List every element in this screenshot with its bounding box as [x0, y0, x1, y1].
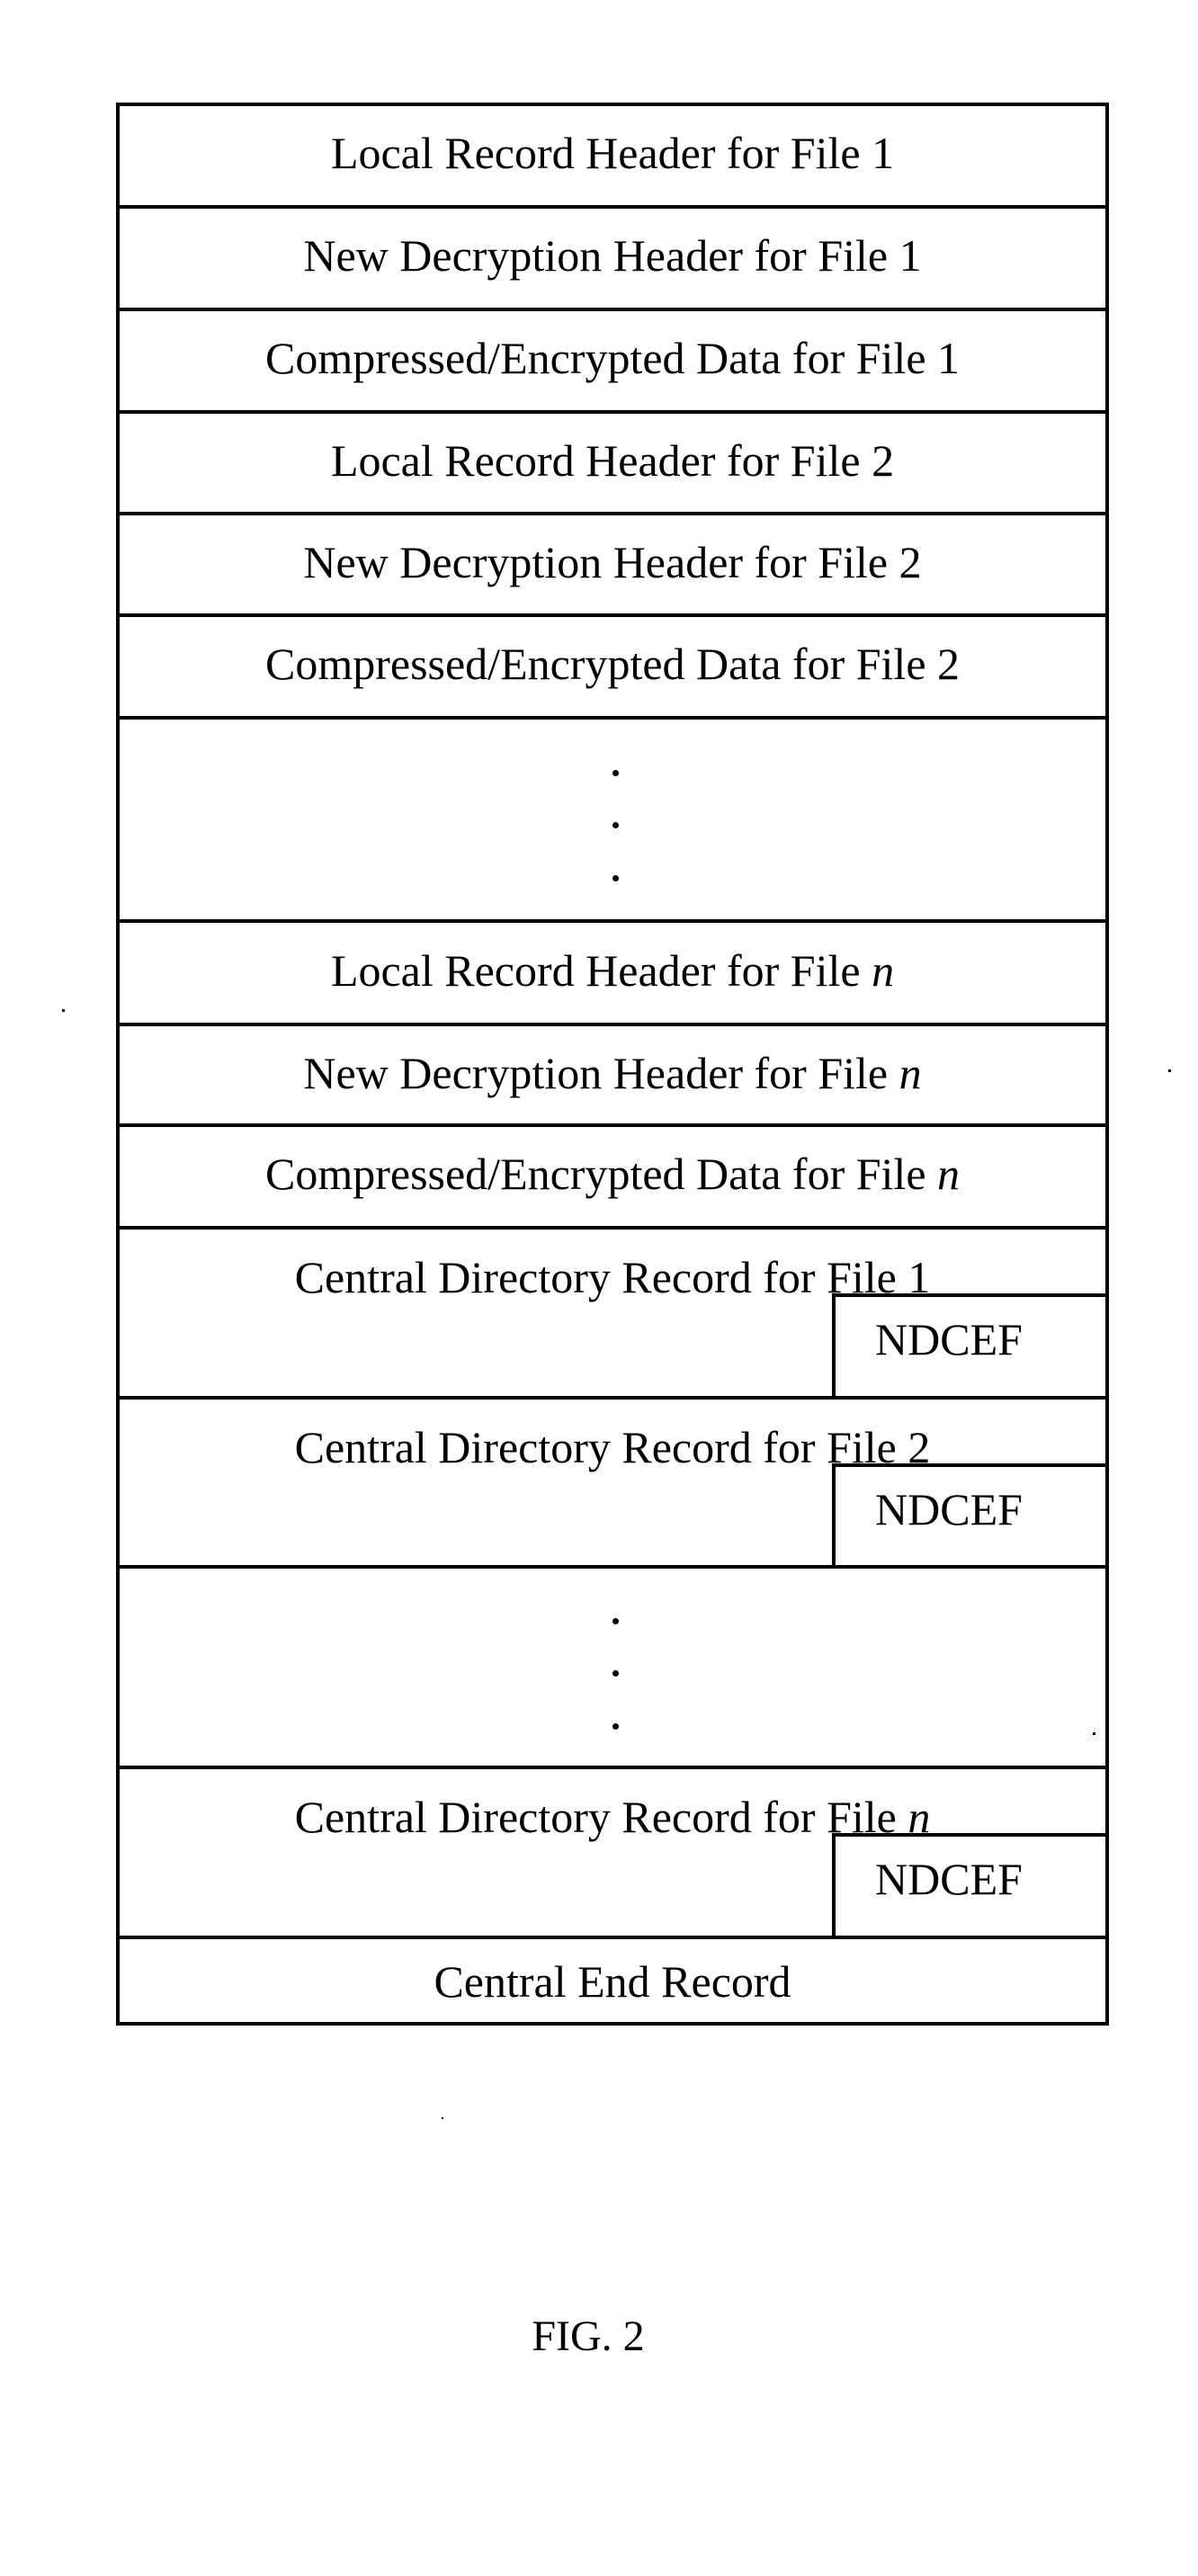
ellipsis-dot	[612, 1618, 619, 1624]
row-compressed-encrypted-data-file-1: Compressed/Encrypted Data for File 1	[120, 311, 1105, 414]
row-label-text: Local Record Header for File	[330, 128, 872, 178]
ellipsis-dot	[612, 770, 619, 776]
row-label-text: Central Directory Record for File	[294, 1792, 908, 1842]
row-label: Local Record Header for File 1	[120, 130, 1105, 175]
row-label-file-index: 2	[872, 435, 895, 486]
row-label-file-index: n	[937, 1149, 961, 1199]
archive-format-diagram: Local Record Header for File 1 New Decry…	[116, 103, 1109, 2026]
row-label: Compressed/Encrypted Data for File n	[120, 1151, 1105, 1196]
row-local-record-header-file-n: Local Record Header for File n	[120, 923, 1105, 1026]
row-label-file-index: 1	[872, 128, 895, 178]
row-ellipsis-local-records	[120, 720, 1105, 923]
row-label: Local Record Header for File 2	[120, 438, 1105, 483]
row-label-text: New Decryption Header for File	[303, 230, 899, 281]
row-label-text: Central End Record	[434, 1956, 791, 2007]
row-label: Compressed/Encrypted Data for File 1	[120, 335, 1105, 380]
row-label: Central End Record	[120, 1959, 1105, 2004]
row-local-record-header-file-2: Local Record Header for File 2	[120, 414, 1105, 515]
row-ellipsis-central-directory	[120, 1569, 1105, 1769]
ndcef-field-box: NDCEF	[832, 1293, 1109, 1396]
row-central-directory-record-file-n: Central Directory Record for File n NDCE…	[120, 1769, 1109, 1939]
ellipsis-dot	[612, 1723, 619, 1730]
row-central-directory-record-file-1: Central Directory Record for File 1 NDCE…	[120, 1230, 1109, 1400]
row-label-text: Central Directory Record for File	[294, 1252, 908, 1302]
row-label: Local Record Header for File n	[120, 948, 1105, 993]
row-local-record-header-file-1: Local Record Header for File 1	[120, 106, 1105, 209]
scan-speck	[442, 2117, 443, 2119]
row-label-file-index: 1	[898, 230, 922, 281]
row-compressed-encrypted-data-file-2: Compressed/Encrypted Data for File 2	[120, 617, 1105, 720]
row-central-directory-record-file-2: Central Directory Record for File 2 NDCE…	[120, 1400, 1109, 1569]
row-label-text: Local Record Header for File	[330, 945, 872, 996]
row-label-text: New Decryption Header for File	[303, 537, 899, 587]
ndcef-field-box: NDCEF	[832, 1833, 1109, 1936]
row-label-file-index: n	[872, 945, 895, 996]
row-label: New Decryption Header for File 2	[120, 540, 1105, 585]
row-label-text: Central Directory Record for File	[294, 1422, 908, 1472]
ellipsis-dot	[612, 822, 619, 828]
row-label-file-index: 1	[937, 333, 961, 383]
row-label-file-index: n	[898, 1048, 922, 1098]
row-compressed-encrypted-data-file-n: Compressed/Encrypted Data for File n	[120, 1127, 1105, 1230]
row-label-text: New Decryption Header for File	[303, 1048, 899, 1098]
row-label-file-index: 2	[937, 639, 961, 689]
ndcef-label: NDCEF	[875, 1314, 1023, 1364]
row-label: New Decryption Header for File n	[120, 1051, 1105, 1096]
row-label: Compressed/Encrypted Data for File 2	[120, 641, 1105, 686]
row-central-end-record: Central End Record	[120, 1939, 1105, 2026]
row-label-text: Local Record Header for File	[330, 435, 872, 486]
ndcef-label: NDCEF	[875, 1854, 1023, 1904]
scan-speck	[1093, 1732, 1095, 1735]
scan-speck	[62, 1009, 65, 1012]
row-new-decryption-header-file-1: New Decryption Header for File 1	[120, 209, 1105, 311]
ellipsis-dot	[612, 875, 619, 881]
row-label-text: Compressed/Encrypted Data for File	[264, 639, 938, 689]
row-new-decryption-header-file-n: New Decryption Header for File n	[120, 1026, 1105, 1127]
row-new-decryption-header-file-2: New Decryption Header for File 2	[120, 515, 1105, 617]
scan-speck	[1168, 1069, 1171, 1072]
ellipsis-dot	[612, 1670, 619, 1677]
row-label: New Decryption Header for File 1	[120, 233, 1105, 278]
row-label-file-index: 2	[898, 537, 922, 587]
figure-caption: FIG. 2	[532, 2312, 645, 2360]
row-label-text: Compressed/Encrypted Data for File	[264, 1149, 938, 1199]
row-label-text: Compressed/Encrypted Data for File	[264, 333, 938, 383]
ndcef-label: NDCEF	[875, 1484, 1023, 1534]
ndcef-field-box: NDCEF	[832, 1463, 1109, 1565]
